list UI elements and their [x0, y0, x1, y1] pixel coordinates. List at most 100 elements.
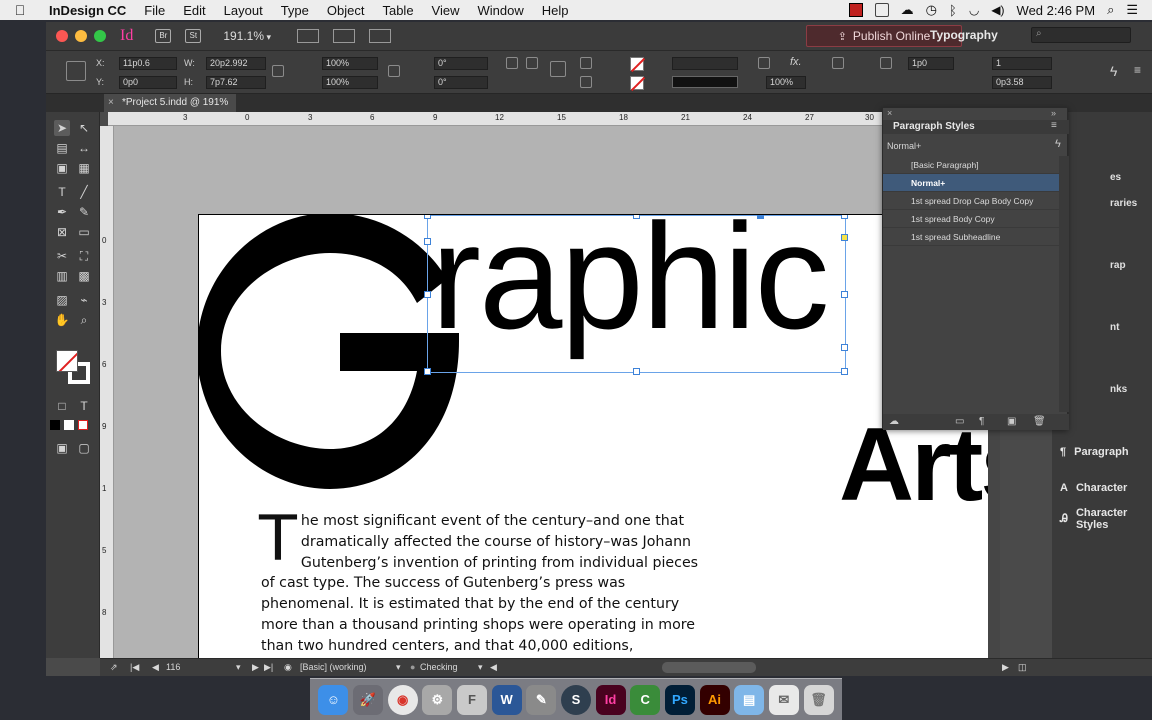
quick-apply-icon[interactable]: ϟ: [1110, 63, 1117, 79]
flip-vertical-icon[interactable]: [580, 76, 592, 88]
last-page-icon[interactable]: ▶|: [264, 662, 273, 673]
content-placer-icon[interactable]: ▦: [76, 160, 92, 176]
screen-mode-tool-icon[interactable]: ▢: [76, 440, 92, 456]
fontbook-icon[interactable]: F: [456, 684, 487, 715]
style-group-icon[interactable]: ☁: [889, 416, 899, 427]
scroll-right-icon[interactable]: ▶: [1002, 662, 1009, 673]
preflight-status-text[interactable]: Checking: [420, 662, 458, 672]
bridge-button[interactable]: Br: [155, 29, 172, 43]
panel-label-fragment[interactable]: nks: [1110, 384, 1127, 395]
formatting-text-icon[interactable]: T: [76, 398, 92, 414]
resize-handle[interactable]: [841, 215, 848, 219]
scroll-left-icon[interactable]: ◀: [490, 662, 497, 673]
preflight-profile-icon[interactable]: ◉: [284, 662, 292, 673]
resize-handle[interactable]: [424, 215, 431, 219]
chrome-icon[interactable]: ◉: [387, 684, 418, 715]
system-preferences-icon[interactable]: ⚙: [422, 684, 453, 715]
fill-swatch[interactable]: [630, 57, 644, 71]
resize-handle[interactable]: [424, 368, 431, 375]
in-port-handle[interactable]: [424, 238, 431, 245]
effects-icon[interactable]: fx.: [790, 56, 802, 68]
apple-menu-icon[interactable]: : [0, 2, 40, 18]
selected-text-frame[interactable]: [424, 215, 848, 375]
menu-app-name[interactable]: InDesign CC: [40, 3, 135, 18]
open-page-icon[interactable]: ⇗: [110, 662, 118, 673]
content-collector-icon[interactable]: ▣: [54, 160, 70, 176]
normal-view-icon[interactable]: ▣: [54, 440, 70, 456]
apply-none-icon[interactable]: [78, 420, 88, 430]
view-options-icon[interactable]: [297, 29, 320, 43]
page-tool-icon[interactable]: ▤: [54, 140, 70, 156]
fill-stroke-swatches[interactable]: [56, 350, 90, 384]
preflight-dropdown-icon[interactable]: ▾: [478, 662, 483, 673]
menu-help[interactable]: Help: [533, 3, 578, 18]
style-item-basic-paragraph[interactable]: [Basic Paragraph]: [883, 156, 1059, 174]
line-tool-icon[interactable]: ╱: [76, 184, 92, 200]
textedit-icon[interactable]: ✎: [526, 684, 557, 715]
zoom-window-button[interactable]: [94, 30, 106, 42]
menu-type[interactable]: Type: [272, 3, 318, 18]
clock-text[interactable]: Wed 2:46 PM: [1017, 3, 1096, 18]
menu-file[interactable]: File: [135, 3, 174, 18]
y-position-field[interactable]: 0p0: [119, 76, 177, 89]
finder-icon[interactable]: ☺: [318, 684, 349, 715]
panel-menu-icon[interactable]: ≡: [1134, 63, 1141, 77]
style-item-body-copy[interactable]: 1st spread Body Copy: [883, 210, 1059, 228]
opacity-field[interactable]: 100%: [766, 76, 806, 89]
width-field[interactable]: 20p2.992: [206, 57, 266, 70]
photoshop-icon[interactable]: Ps: [664, 684, 695, 715]
menu-view[interactable]: View: [423, 3, 469, 18]
gutter-field[interactable]: 0p3.58: [992, 76, 1052, 89]
screen-mode-icon[interactable]: [333, 29, 356, 43]
paragraph-panel-button[interactable]: ¶ Paragraph: [1060, 446, 1129, 458]
rectangle-tool-icon[interactable]: ▭: [76, 224, 92, 240]
direct-selection-tool-icon[interactable]: ↖: [76, 120, 92, 136]
type-tool-icon[interactable]: T: [54, 184, 70, 200]
formatting-container-icon[interactable]: □: [54, 398, 70, 414]
rotation-field[interactable]: 0°: [434, 57, 488, 70]
time-machine-icon[interactable]: ◷: [926, 2, 937, 18]
paragraph-styles-title[interactable]: Paragraph Styles: [883, 120, 1069, 134]
stroke-field[interactable]: 1p0: [908, 57, 954, 70]
stroke-weight-field[interactable]: [672, 57, 738, 70]
menu-layout[interactable]: Layout: [215, 3, 272, 18]
new-style-lightning-icon[interactable]: ϟ: [1055, 138, 1061, 150]
illustrator-icon[interactable]: Ai: [699, 684, 730, 715]
bluetooth-icon[interactable]: ᛒ: [949, 3, 957, 18]
volume-icon[interactable]: ◀): [991, 3, 1004, 17]
zoom-level-select[interactable]: 191.1%: [223, 29, 271, 43]
wifi-icon[interactable]: ◡: [969, 3, 979, 17]
character-panel-button[interactable]: A Character: [1060, 482, 1127, 494]
new-style-icon[interactable]: ▣: [1007, 416, 1016, 427]
resize-handle[interactable]: [633, 215, 640, 219]
x-position-field[interactable]: 11p0.6: [119, 57, 177, 70]
rotate-cw-icon[interactable]: [506, 57, 518, 69]
reference-point-icon[interactable]: [66, 61, 86, 81]
gradient-feather-tool-icon[interactable]: ▩: [76, 268, 92, 284]
menu-table[interactable]: Table: [373, 3, 422, 18]
height-field[interactable]: 7p7.62: [206, 76, 266, 89]
eyedropper-tool-icon[interactable]: ⌁: [76, 292, 92, 308]
gradient-swatch-tool-icon[interactable]: ▥: [54, 268, 70, 284]
gap-tool-icon[interactable]: ↔: [76, 140, 92, 156]
panel-label-fragment[interactable]: raries: [1110, 198, 1137, 209]
resize-handle[interactable]: [757, 215, 764, 219]
display-icon[interactable]: [874, 3, 889, 17]
scale-y-field[interactable]: 100%: [322, 76, 378, 89]
network-app-icon[interactable]: S: [560, 684, 591, 715]
stroke-type-select[interactable]: [672, 76, 738, 88]
corner-options-handle[interactable]: [841, 234, 848, 241]
vertical-ruler[interactable]: 0 3 6 9 1 5 8: [100, 126, 114, 658]
stock-button[interactable]: St: [185, 29, 202, 43]
scissors-tool-icon[interactable]: ✂: [54, 248, 70, 264]
menu-window[interactable]: Window: [469, 3, 533, 18]
panel-menu-icon[interactable]: ≡: [1051, 120, 1057, 131]
selection-tool-icon[interactable]: ➤: [54, 120, 70, 136]
close-tab-icon[interactable]: ×: [108, 94, 114, 112]
rotate-ccw-icon[interactable]: [526, 57, 538, 69]
next-page-icon[interactable]: ▶: [252, 662, 259, 673]
horizontal-scrollbar-thumb[interactable]: [662, 662, 756, 673]
columns-field[interactable]: 1: [992, 57, 1052, 70]
master-dropdown-icon[interactable]: ▾: [396, 662, 401, 673]
drop-shadow-icon[interactable]: [758, 57, 770, 69]
